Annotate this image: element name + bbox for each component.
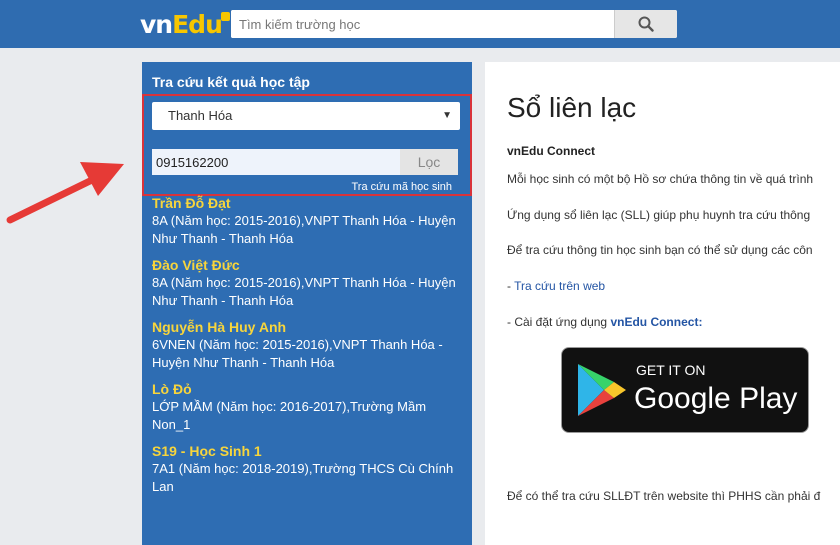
- top-header: vnEdu: [0, 0, 840, 48]
- student-detail: 7A1 (Năm học: 2018-2019),Trường THCS Cù …: [152, 461, 454, 494]
- google-play-badge[interactable]: GET IT ON Google Play: [561, 347, 809, 433]
- section-subhead: vnEdu Connect: [507, 144, 596, 158]
- student-name: Nguyễn Hà Huy Anh: [152, 319, 287, 335]
- red-arrow-annotation: [6, 162, 124, 224]
- search-button[interactable]: [614, 10, 677, 38]
- student-detail: 8A (Năm học: 2015-2016),VNPT Thanh Hóa -…: [152, 275, 456, 308]
- web-lookup-link[interactable]: Tra cứu trên web: [514, 279, 605, 293]
- gplay-name-text: Google Play: [634, 382, 798, 415]
- logo-vn: vn: [140, 10, 173, 39]
- list-item[interactable]: S19 - Học Sinh 1 7A1 (Năm học: 2018-2019…: [152, 442, 467, 496]
- student-name: Đào Việt Đức: [152, 257, 240, 273]
- info-line-2: Ứng dụng sổ liên lạc (SLL) giúp phụ huyn…: [507, 208, 811, 222]
- list-item[interactable]: Đào Việt Đức 8A (Năm học: 2015-2016),VNP…: [152, 256, 467, 310]
- info-line-3: Để tra cứu thông tin học sinh bạn có thể…: [507, 243, 813, 257]
- app-install-line: - Cài đặt ứng dụng vnEdu Connect:: [507, 315, 702, 329]
- logo-edu: Edu: [172, 10, 223, 39]
- school-search-box: [231, 10, 677, 38]
- student-detail: 6VNEN (Năm học: 2015-2016),VNPT Thanh Hó…: [152, 337, 443, 370]
- school-search-input[interactable]: [231, 10, 627, 38]
- list-item[interactable]: Lò Đỏ LỚP MẦM (Năm học: 2016-2017),Trườn…: [152, 380, 467, 434]
- logo-badge-icon: [220, 12, 230, 21]
- dropdown-caret-icon: ▼: [442, 110, 452, 121]
- province-select[interactable]: Thanh Hóa ▼: [152, 102, 460, 130]
- contact-book-panel: Sổ liên lạc vnEdu Connect Mỗi học sinh c…: [485, 62, 840, 545]
- phone-input[interactable]: [152, 149, 400, 175]
- vnedu-logo[interactable]: vnEdu: [140, 10, 230, 40]
- info-line-1: Mỗi học sinh có một bộ Hồ sơ chứa thông …: [507, 172, 814, 186]
- lookup-by-student-code-link[interactable]: Tra cứu mã học sinh: [352, 181, 453, 193]
- page-title: Sổ liên lạc: [507, 92, 637, 123]
- lookup-title: Tra cứu kết quả học tập: [152, 74, 310, 90]
- search-icon: [638, 16, 654, 32]
- list-item[interactable]: Nguyễn Hà Huy Anh 6VNEN (Năm học: 2015-2…: [152, 318, 467, 372]
- province-value: Thanh Hóa: [168, 108, 233, 123]
- list-item[interactable]: Trần Đỗ Đạt 8A (Năm học: 2015-2016),VNPT…: [152, 194, 467, 248]
- footer-info-line: Để có thể tra cứu SLLĐT trên website thì…: [507, 489, 821, 503]
- student-name: Trần Đỗ Đạt: [152, 195, 231, 211]
- google-play-icon: [578, 364, 626, 416]
- student-name: Lò Đỏ: [152, 381, 192, 397]
- vnedu-connect-link[interactable]: vnEdu Connect:: [610, 315, 702, 329]
- gplay-get-text: GET IT ON: [636, 362, 706, 378]
- filter-button[interactable]: Lọc: [400, 149, 458, 175]
- web-lookup-line: - Tra cứu trên web: [507, 279, 605, 293]
- results-list: Trần Đỗ Đạt 8A (Năm học: 2015-2016),VNPT…: [152, 194, 467, 504]
- app-install-prefix: - Cài đặt ứng dụng: [507, 315, 611, 329]
- student-detail: LỚP MẦM (Năm học: 2016-2017),Trường Mầm …: [152, 399, 427, 432]
- student-detail: 8A (Năm học: 2015-2016),VNPT Thanh Hóa -…: [152, 213, 456, 246]
- student-name: S19 - Học Sinh 1: [152, 443, 262, 459]
- lookup-panel: Tra cứu kết quả học tập Thanh Hóa ▼ Lọc …: [142, 62, 472, 545]
